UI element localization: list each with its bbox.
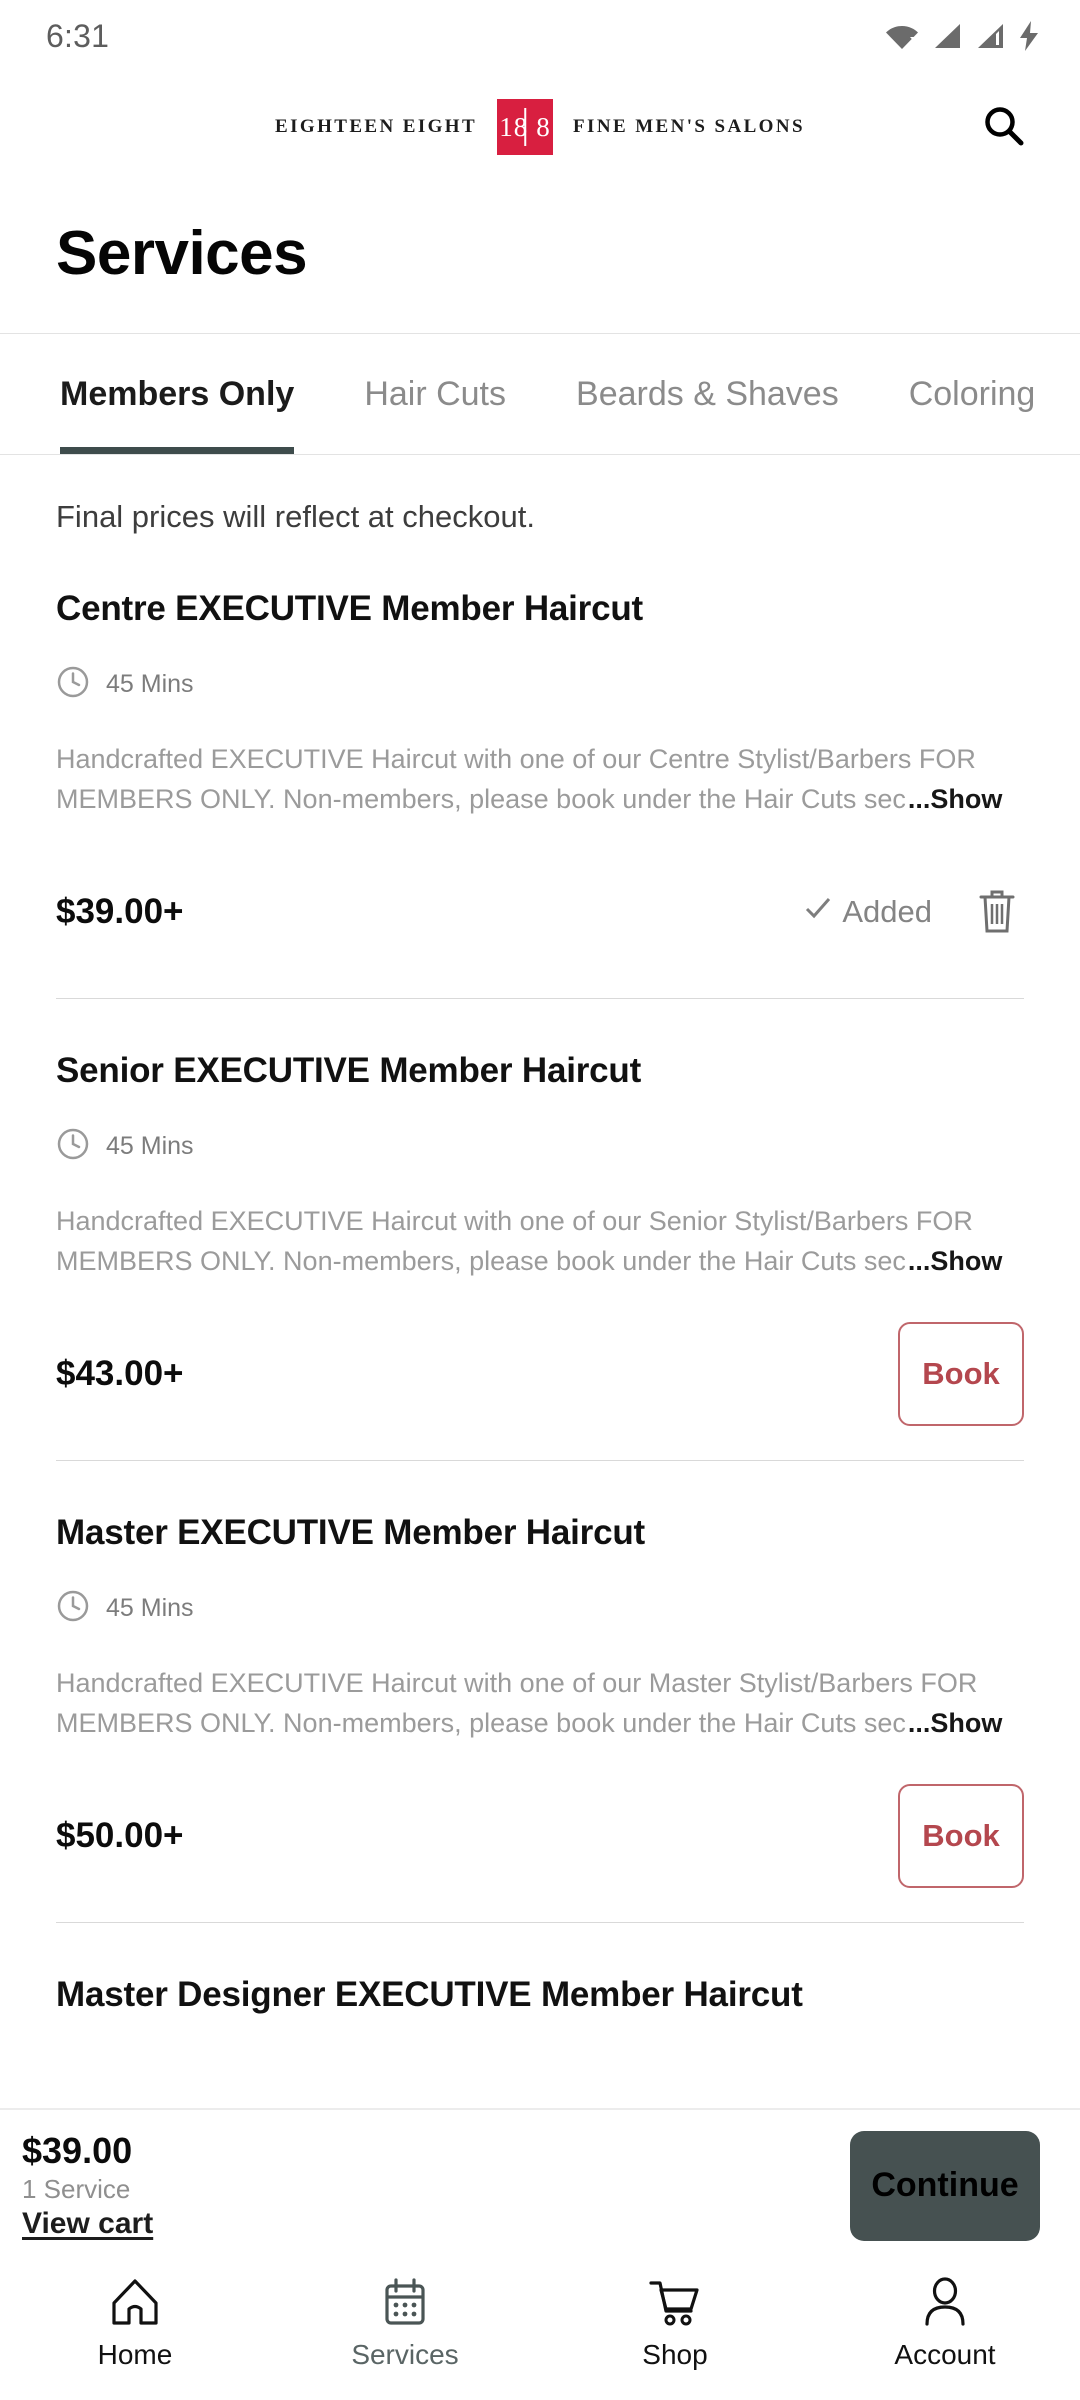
service-description-text: Handcrafted EXECUTIVE Haircut with one o… [56, 1668, 978, 1738]
service-actions: Added [802, 881, 1024, 944]
nav-item-home[interactable]: Home [0, 2275, 270, 2371]
nav-label-home: Home [97, 2339, 173, 2370]
service-title: Centre EXECUTIVE Member Haircut [56, 589, 644, 628]
book-button[interactable]: Book [898, 1322, 1024, 1426]
cart-info: $39.00 1 Service View cart [22, 2130, 153, 2241]
bottom-navigation: Home Services Shop Account [0, 2261, 1080, 2400]
charging-bolt-icon [1018, 20, 1040, 52]
service-card[interactable]: Master EXECUTIVE Member Haircut 45 Mins … [56, 1460, 1024, 1922]
nav-label-services: Services [351, 2339, 459, 2370]
service-price: $50.00+ [56, 1816, 184, 1855]
clock-icon [56, 1127, 90, 1166]
search-icon [981, 103, 1027, 152]
service-title: Master Designer EXECUTIVE Member Haircut [56, 1975, 803, 2014]
logo-mark-right: 8 [536, 111, 551, 142]
brand-header: EIGHTEEN EIGHT 18 8 FINE MEN'S SALONS [0, 72, 1080, 182]
service-card[interactable]: Senior EXECUTIVE Member Haircut 45 Mins … [56, 998, 1024, 1460]
service-description: Handcrafted EXECUTIVE Haircut with one o… [56, 1664, 1024, 1744]
continue-button[interactable]: Continue [850, 2130, 1040, 2241]
service-duration: 45 Mins [56, 1127, 1024, 1166]
nav-item-account[interactable]: Account [810, 2275, 1080, 2371]
home-icon [108, 2275, 162, 2329]
service-card[interactable]: Centre EXECUTIVE Member Haircut 45 Mins … [56, 589, 1024, 998]
signal-alt-icon [975, 21, 1005, 51]
app-screen: 6:31 EIGHTEEN EIGHT 18 8 FINE MEN'S SALO… [0, 0, 1080, 2400]
logo-divider [524, 108, 526, 146]
search-button[interactable] [972, 95, 1036, 159]
cart-total: $39.00 [22, 2130, 133, 2171]
service-duration-text: 45 Mins [106, 1132, 194, 1160]
service-duration: 45 Mins [56, 1589, 1024, 1628]
brand-logo: EIGHTEEN EIGHT 18 8 FINE MEN'S SALONS [275, 99, 805, 155]
cart-summary-bar: $39.00 1 Service View cart Continue [0, 2108, 1080, 2261]
nav-item-services[interactable]: Services [270, 2275, 540, 2371]
cart-icon [647, 2275, 703, 2329]
service-duration: 45 Mins [56, 665, 1024, 704]
book-button[interactable]: Book [898, 1784, 1024, 1888]
service-footer: $43.00+ Book [56, 1322, 1024, 1426]
tab-members-only[interactable]: Members Only [60, 334, 295, 454]
tab-coloring[interactable]: Coloring [909, 334, 1036, 454]
logo-text-right: FINE MEN'S SALONS [573, 116, 805, 137]
nav-item-shop[interactable]: Shop [540, 2275, 810, 2371]
added-label: Added [842, 894, 932, 929]
service-description: Handcrafted EXECUTIVE Haircut with one o… [56, 1202, 1024, 1282]
tab-hair-cuts[interactable]: Hair Cuts [364, 334, 506, 454]
service-price: $43.00+ [56, 1354, 184, 1393]
service-description-text: Handcrafted EXECUTIVE Haircut with one o… [56, 1206, 973, 1276]
service-footer: $39.00+ Added [56, 860, 1024, 964]
page-title: Services [56, 219, 308, 288]
status-bar-icons [885, 20, 1040, 52]
logo-mark-left: 18 [499, 111, 529, 142]
logo-text-left: EIGHTEEN EIGHT [275, 116, 478, 137]
tab-list[interactable]: Members Only Hair Cuts Beards & Shaves C… [0, 334, 1080, 454]
logo-mark: 18 8 [497, 99, 554, 155]
view-cart-link[interactable]: View cart [22, 2207, 153, 2241]
pricing-notice: Final prices will reflect at checkout. [56, 499, 535, 534]
signal-icon [932, 21, 962, 51]
clock-icon [56, 1589, 90, 1628]
service-price: $39.00+ [56, 892, 184, 931]
wifi-icon [885, 21, 919, 51]
service-title: Master EXECUTIVE Member Haircut [56, 1513, 645, 1552]
cart-item-count: 1 Service [22, 2174, 131, 2204]
services-list[interactable]: Final prices will reflect at checkout. C… [0, 455, 1080, 2051]
service-duration-text: 45 Mins [106, 1594, 194, 1622]
tab-bar: Members Only Hair Cuts Beards & Shaves C… [0, 333, 1080, 455]
person-icon [918, 2275, 972, 2329]
nav-label-shop: Shop [642, 2339, 708, 2370]
trash-icon [976, 887, 1018, 938]
remove-service-button[interactable] [970, 881, 1024, 944]
status-bar: 6:31 [0, 0, 1080, 72]
service-footer: $50.00+ Book [56, 1784, 1024, 1888]
service-description-text: Handcrafted EXECUTIVE Haircut with one o… [56, 744, 976, 814]
calendar-icon [378, 2275, 432, 2329]
nav-label-account: Account [894, 2339, 996, 2370]
clock-icon [56, 665, 90, 704]
check-icon [802, 892, 834, 932]
service-description: Handcrafted EXECUTIVE Haircut with one o… [56, 740, 1024, 820]
tab-beards-shaves[interactable]: Beards & Shaves [576, 334, 839, 454]
status-bar-time: 6:31 [46, 17, 110, 54]
service-duration-text: 45 Mins [106, 670, 194, 698]
added-status[interactable]: Added [802, 892, 932, 932]
service-title: Senior EXECUTIVE Member Haircut [56, 1051, 642, 1090]
service-card[interactable]: Master Designer EXECUTIVE Member Haircut… [56, 1922, 1024, 2051]
